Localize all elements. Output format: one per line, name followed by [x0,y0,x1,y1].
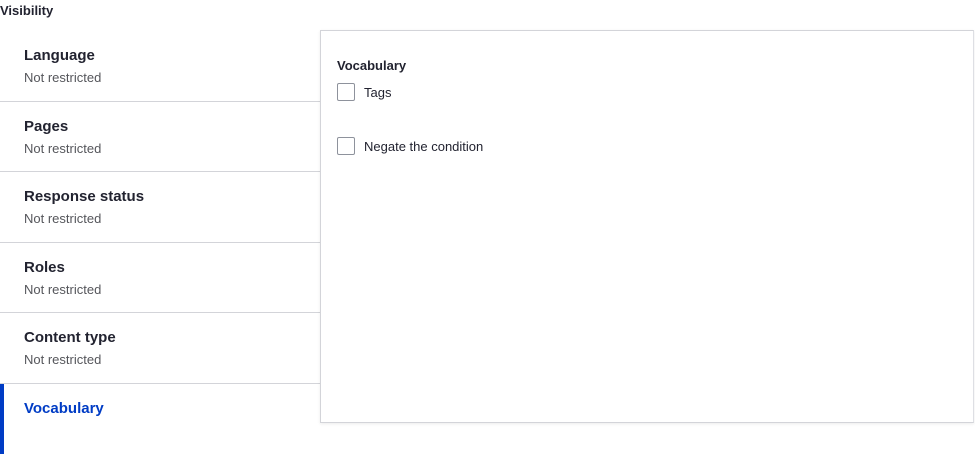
tab-title: Content type [24,328,321,348]
tab-title: Response status [24,187,321,207]
tab-title: Roles [24,258,321,278]
pane-heading: Vocabulary [337,58,406,73]
tab-title: Pages [24,117,321,137]
vocabulary-pane: Vocabulary Tags Negate the condition [320,30,974,423]
vertical-tabs: Language Not restricted Pages Not restri… [0,31,321,454]
tab-response-status[interactable]: Response status Not restricted [0,172,321,243]
tab-summary: Not restricted [24,281,321,299]
tab-vocabulary[interactable]: Vocabulary [0,384,321,454]
tab-summary: Not restricted [24,210,321,228]
tags-label: Tags [364,85,391,100]
tags-checkbox[interactable] [337,83,355,101]
tab-content-type[interactable]: Content type Not restricted [0,313,321,384]
tags-option[interactable]: Tags [337,83,391,101]
negate-checkbox[interactable] [337,137,355,155]
tab-summary: Not restricted [24,351,321,369]
tab-pages[interactable]: Pages Not restricted [0,102,321,173]
negate-option[interactable]: Negate the condition [337,137,483,155]
tab-title: Vocabulary [24,399,321,419]
tab-summary: Not restricted [24,140,321,158]
visibility-legend: Visibility [0,3,53,18]
tab-roles[interactable]: Roles Not restricted [0,243,321,314]
negate-label: Negate the condition [364,139,483,154]
tab-language[interactable]: Language Not restricted [0,31,321,102]
tab-title: Language [24,46,321,66]
tab-summary: Not restricted [24,69,321,87]
